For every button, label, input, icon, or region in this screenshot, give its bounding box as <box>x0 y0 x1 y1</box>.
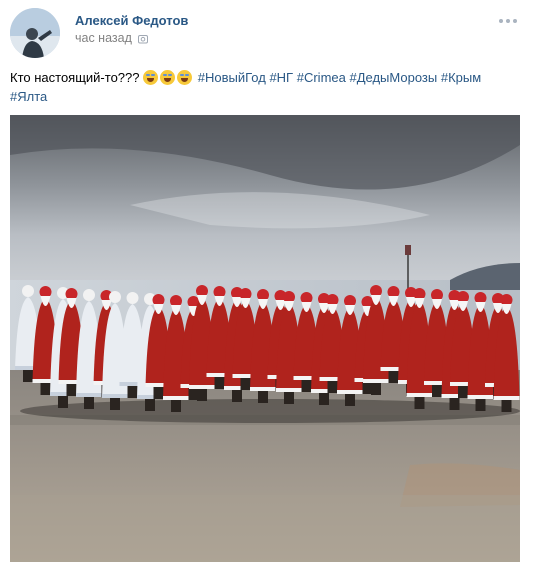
hashtag-link[interactable]: #НовыйГод <box>198 70 266 85</box>
wall-post: Алексей Федотов час назад Кто настоящий-… <box>0 0 533 573</box>
emoji-group <box>143 70 194 85</box>
post-time[interactable]: час назад <box>75 31 132 45</box>
hashtag-link[interactable]: #НГ <box>269 70 293 85</box>
laughing-tears-emoji-icon <box>160 70 176 85</box>
post-text: Кто настоящий-то??? #НовыйГод #НГ #Crime… <box>10 68 515 106</box>
hashtag-link[interactable]: #Крым <box>441 70 481 85</box>
author-avatar[interactable] <box>10 8 60 58</box>
author-name-link[interactable]: Алексей Федотов <box>75 13 188 28</box>
hashtag-link[interactable]: #Crimea <box>297 70 346 85</box>
post-photo[interactable] <box>10 115 520 562</box>
post-text-prefix: Кто настоящий-то??? <box>10 70 140 85</box>
hashtag-link[interactable]: #ДедыМорозы <box>349 70 437 85</box>
laughing-tears-emoji-icon <box>177 70 193 85</box>
laughing-tears-emoji-icon <box>143 70 159 85</box>
more-dots-icon[interactable] <box>499 14 521 28</box>
post-meta: час назад <box>75 31 148 45</box>
camera-icon <box>137 33 148 44</box>
hashtag-link[interactable]: #Ялта <box>10 89 47 104</box>
